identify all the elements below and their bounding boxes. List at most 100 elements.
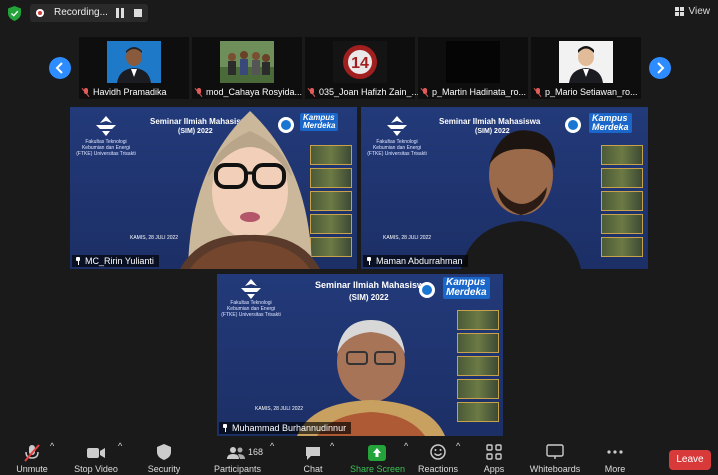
kampus-merdeka-logo: Kampus Merdeka — [589, 113, 632, 133]
participant-video — [461, 130, 581, 269]
unmute-button[interactable]: Unmute — [10, 441, 54, 475]
stop-video-label: Stop Video — [74, 464, 118, 474]
audio-options-chevron-icon[interactable]: ^ — [50, 441, 54, 475]
kemdikbud-logo — [419, 282, 435, 298]
university-logo — [241, 279, 261, 299]
participants-icon — [227, 447, 245, 459]
share-screen-arrow-icon — [368, 445, 386, 461]
chevron-left-icon — [55, 62, 63, 74]
whiteboards-label: Whiteboards — [529, 464, 581, 474]
participant-name: MC_Ririn Yulianti — [85, 256, 154, 266]
more-label: More — [604, 464, 626, 474]
smiley-reaction-icon — [430, 444, 446, 460]
muted-microphone-icon — [24, 444, 40, 462]
pin-icon — [366, 257, 372, 265]
leave-button[interactable]: Leave — [669, 450, 711, 470]
muted-mic-icon — [421, 87, 429, 97]
participants-options-chevron-icon[interactable]: ^ — [270, 441, 274, 475]
pause-recording-icon[interactable] — [114, 8, 126, 18]
kampus-merdeka-logo: Kampus Merdeka — [443, 277, 490, 299]
view-grid-icon — [674, 7, 685, 16]
pin-icon — [222, 424, 228, 432]
slide-faculty-text: Fakultas Teknologi Kebumian dan Energi (… — [367, 139, 427, 157]
video-tile[interactable]: Fakultas Teknologi Kebumian dan Energi (… — [361, 107, 648, 269]
slide-faculty-text: Fakultas Teknologi Kebumian dan Energi (… — [221, 300, 281, 318]
security-label: Security — [147, 464, 181, 474]
video-options-chevron-icon[interactable]: ^ — [118, 441, 122, 475]
video-tile[interactable]: Fakultas Teknologi Kebumian dan Energi (… — [217, 274, 503, 436]
participant-name: Maman Abdurrahman — [376, 256, 463, 266]
security-shield-icon[interactable] — [8, 6, 21, 21]
participant-name-tag: Muhammad Burhannudinnur — [219, 422, 352, 434]
pin-icon — [75, 257, 81, 265]
participants-label: Participants — [214, 464, 262, 474]
muted-mic-icon — [195, 87, 203, 97]
participant-photo — [220, 41, 274, 83]
previous-page-button[interactable] — [49, 57, 71, 79]
participant-thumbnail[interactable]: 14 035_Joan Hafizh Zain_... — [305, 37, 419, 99]
participant-name: Havidh Pramadika — [93, 87, 167, 97]
share-screen-button[interactable]: Share Screen — [350, 441, 406, 475]
apps-label: Apps — [483, 464, 505, 474]
participant-thumbnail[interactable]: p_Mario Setiawan_ro... — [531, 37, 641, 99]
stop-recording-icon[interactable] — [134, 9, 142, 17]
whiteboard-icon — [546, 444, 564, 459]
participant-name: p_Martin Hadinata_ro... — [432, 87, 527, 97]
apps-grid-icon — [486, 444, 502, 460]
slide-subtitle: (SIM) 2022 — [349, 293, 389, 302]
participant-name: Muhammad Burhannudinnur — [232, 423, 347, 433]
view-button[interactable]: View — [674, 6, 711, 17]
slide-date: KAMIS, 28 JULI 2022 — [130, 235, 179, 241]
chevron-right-icon — [657, 62, 665, 74]
top-bar: Recording... View — [0, 0, 718, 28]
share-screen-label: Share Screen — [350, 464, 406, 474]
more-dots-icon — [607, 450, 623, 454]
participant-name: mod_Cahaya Rosyida... — [206, 87, 303, 97]
participant-name-tag: Maman Abdurrahman — [363, 255, 468, 267]
svg-text:14: 14 — [351, 55, 369, 72]
recording-dot-icon — [36, 9, 44, 17]
participant-thumbnail[interactable]: Havidh Pramadika — [79, 37, 189, 99]
video-tile-active-speaker[interactable]: Fakultas Teknologi Kebumian dan Energi (… — [70, 107, 357, 269]
share-options-chevron-icon[interactable]: ^ — [404, 441, 408, 475]
slide-title: Seminar Ilmiah Mahasiswa — [315, 280, 430, 290]
participant-photo — [107, 41, 161, 83]
chat-label: Chat — [303, 464, 323, 474]
slide-photo-collage — [457, 310, 499, 422]
muted-mic-icon — [308, 87, 316, 97]
reactions-button[interactable]: Reactions — [418, 441, 458, 475]
participant-avatar: 14 — [333, 41, 387, 83]
participant-name-tag: MC_Ririn Yulianti — [72, 255, 159, 267]
participants-count: 168 — [248, 447, 264, 457]
stop-video-button[interactable]: Stop Video — [72, 441, 120, 475]
security-button[interactable]: Security — [144, 441, 184, 475]
slide-date: KAMIS, 28 JULI 2022 — [255, 406, 304, 412]
next-page-button[interactable] — [649, 57, 671, 79]
participant-video — [297, 320, 445, 436]
reactions-options-chevron-icon[interactable]: ^ — [456, 441, 460, 475]
chat-button[interactable]: Chat — [296, 441, 330, 475]
slide-date: KAMIS, 28 JULI 2022 — [383, 235, 432, 241]
participant-thumbnail[interactable]: mod_Cahaya Rosyida... — [192, 37, 302, 99]
security-shield-icon — [157, 444, 171, 460]
participant-photo — [559, 41, 613, 83]
chat-options-chevron-icon[interactable]: ^ — [330, 441, 334, 475]
participant-video — [180, 111, 320, 269]
participant-video-off — [446, 41, 500, 83]
whiteboards-button[interactable]: Whiteboards — [528, 441, 582, 475]
participant-thumbnail[interactable]: p_Martin Hadinata_ro... — [418, 37, 528, 99]
recording-indicator: Recording... — [30, 4, 148, 22]
slide-photo-collage — [601, 145, 643, 257]
reactions-label: Reactions — [418, 464, 459, 474]
video-camera-icon — [87, 448, 105, 458]
muted-mic-icon — [534, 87, 542, 97]
unmute-label: Unmute — [16, 464, 48, 474]
participant-name: p_Mario Setiawan_ro... — [545, 87, 638, 97]
participants-button[interactable]: 168 Participants — [214, 441, 264, 475]
view-label: View — [688, 6, 711, 17]
apps-button[interactable]: Apps — [480, 441, 508, 475]
university-logo — [96, 116, 116, 136]
recording-label: Recording... — [54, 7, 108, 18]
more-button[interactable]: More — [598, 441, 632, 475]
university-logo — [387, 116, 407, 136]
